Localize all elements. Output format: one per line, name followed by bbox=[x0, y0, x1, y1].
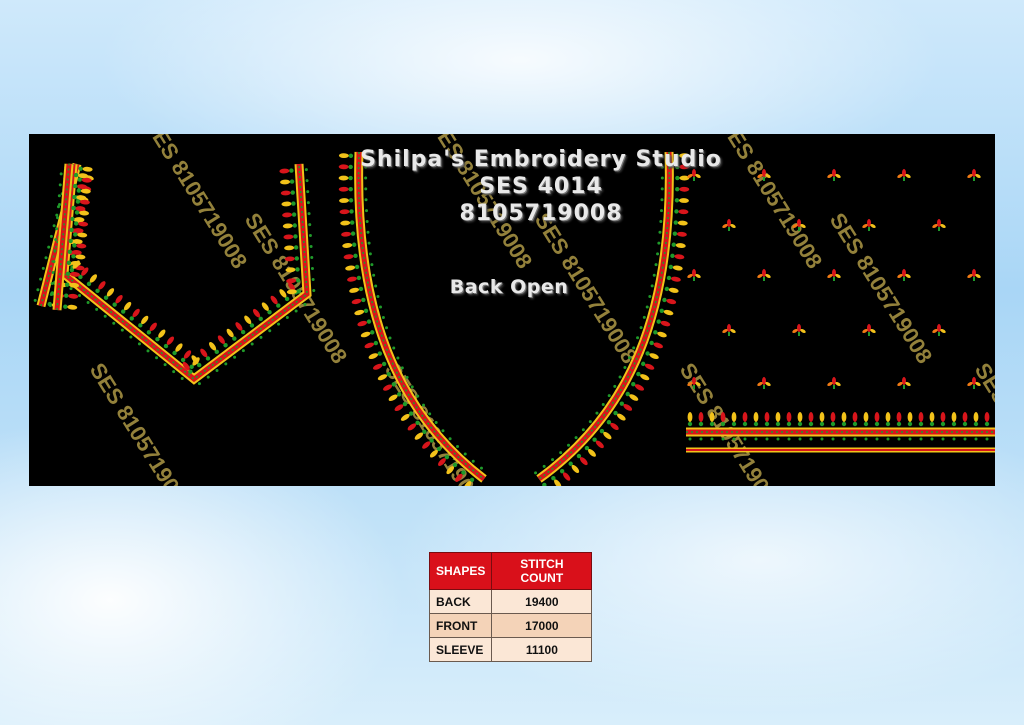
svg-text:SES 8105719008: SES 8105719008 bbox=[825, 208, 938, 368]
back-open-caption: Back Open bbox=[449, 276, 569, 298]
svg-text:SES 8105719008: SES 8105719008 bbox=[675, 358, 788, 486]
shape-name: FRONT bbox=[428, 613, 493, 638]
stitch-count: 17000 bbox=[491, 613, 593, 638]
header-stitch-count: STITCH COUNT bbox=[491, 552, 593, 590]
svg-text:SES 8105719008: SES 8105719008 bbox=[85, 358, 198, 486]
table-row: FRONT 17000 bbox=[428, 613, 593, 638]
design-title-block: Shilpa's Embroidery Studio SES 4014 8105… bbox=[329, 146, 753, 227]
design-code: SES 4014 bbox=[479, 174, 603, 199]
table-row: SLEEVE 11100 bbox=[428, 637, 593, 662]
svg-text:SES 8105719008: SES 8105719008 bbox=[140, 134, 253, 273]
phone-number: 8105719008 bbox=[459, 201, 623, 226]
stitch-count: 19400 bbox=[491, 589, 593, 614]
svg-text:SES 8105719008: SES 8105719008 bbox=[240, 208, 353, 368]
stitch-count-table: SHAPES STITCH COUNT BACK 19400 FRONT 170… bbox=[428, 552, 593, 662]
shape-name: BACK bbox=[428, 589, 493, 614]
header-shapes: SHAPES bbox=[428, 552, 493, 590]
stitch-count: 11100 bbox=[491, 637, 593, 662]
embroidery-preview-panel: SES 8105719008 SES 8105719008 SES 81057190… bbox=[29, 134, 995, 486]
studio-name: Shilpa's Embroidery Studio bbox=[360, 147, 722, 172]
table-header-row: SHAPES STITCH COUNT bbox=[428, 552, 593, 590]
table-row: BACK 19400 bbox=[428, 589, 593, 614]
shape-name: SLEEVE bbox=[428, 637, 493, 662]
